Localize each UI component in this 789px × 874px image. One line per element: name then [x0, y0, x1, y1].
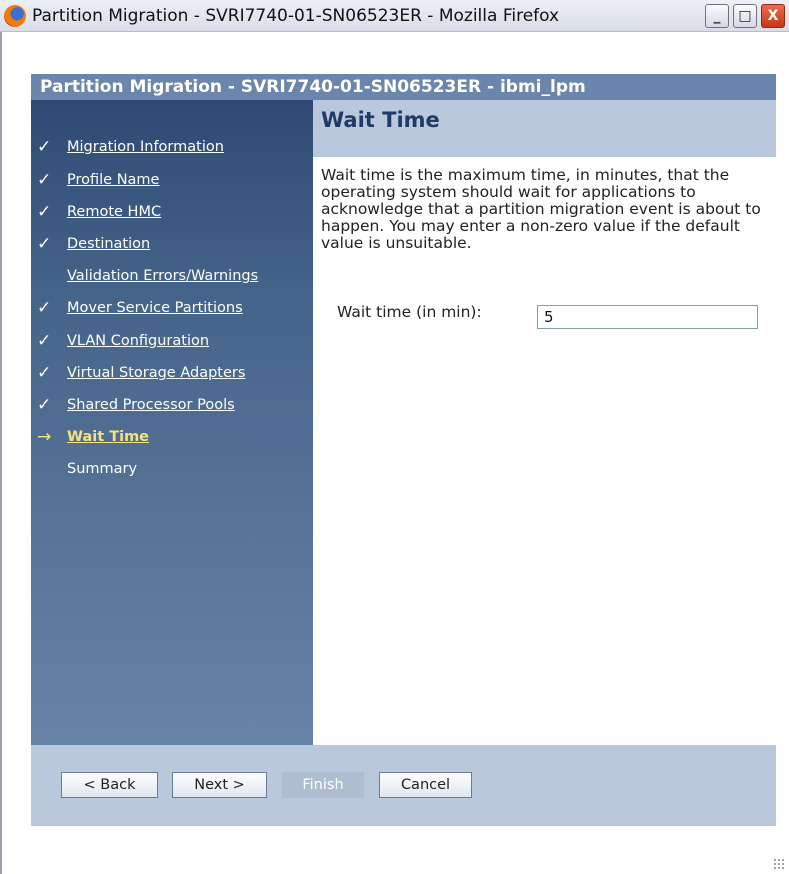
- checkmark-icon: ✓: [37, 137, 52, 157]
- checkmark-icon: ✓: [37, 298, 52, 318]
- nav-item-wait-time[interactable]: → Wait Time: [31, 427, 313, 449]
- checkmark-icon: ✓: [37, 202, 52, 222]
- panel-header: Partition Migration - SVRI7740-01-SN0652…: [31, 74, 776, 100]
- maximize-button[interactable]: □: [733, 4, 757, 28]
- wait-time-label: Wait time (in min):: [337, 303, 482, 321]
- page-title: Wait Time: [313, 100, 776, 157]
- arrow-right-icon: →: [37, 427, 52, 447]
- next-button[interactable]: Next >: [172, 772, 267, 798]
- wizard-content: Wait Time Wait time is the maximum time,…: [313, 100, 776, 745]
- checkmark-icon: ✓: [37, 234, 52, 254]
- nav-item-profile-name[interactable]: ✓ Profile Name: [31, 170, 313, 192]
- wait-time-input[interactable]: [537, 305, 758, 329]
- nav-item-label[interactable]: Mover Service Partitions: [67, 300, 243, 316]
- nav-item-mover-service-partitions[interactable]: ✓ Mover Service Partitions: [31, 298, 313, 320]
- window-title-bar: Partition Migration - SVRI7740-01-SN0652…: [0, 0, 789, 32]
- close-button[interactable]: X: [761, 4, 785, 28]
- nav-item-remote-hmc[interactable]: ✓ Remote HMC: [31, 202, 313, 224]
- nav-item-label[interactable]: Wait Time: [67, 429, 149, 445]
- resize-grip-icon[interactable]: [773, 858, 785, 870]
- nav-item-label[interactable]: VLAN Configuration: [67, 333, 209, 349]
- nav-item-label[interactable]: Migration Information: [67, 139, 224, 155]
- window-title: Partition Migration - SVRI7740-01-SN0652…: [32, 6, 560, 26]
- wizard-nav: ✓ Migration Information ✓ Profile Name ✓…: [31, 100, 313, 745]
- cancel-button[interactable]: Cancel: [379, 772, 472, 798]
- nav-item-label[interactable]: Profile Name: [67, 172, 159, 188]
- nav-item-summary: Summary: [31, 459, 313, 481]
- checkmark-icon: ✓: [37, 331, 52, 351]
- minimize-button[interactable]: _: [705, 4, 729, 28]
- description-text: Wait time is the maximum time, in minute…: [321, 166, 761, 252]
- nav-item-label: Summary: [67, 461, 138, 477]
- checkmark-icon: ✓: [37, 170, 52, 190]
- nav-item-migration-information[interactable]: ✓ Migration Information: [31, 137, 313, 159]
- nav-item-vlan-configuration[interactable]: ✓ VLAN Configuration: [31, 331, 313, 353]
- nav-item-destination[interactable]: ✓ Destination: [31, 234, 313, 256]
- nav-item-label[interactable]: Destination: [67, 236, 150, 252]
- back-button[interactable]: < Back: [61, 772, 158, 798]
- nav-item-label[interactable]: Virtual Storage Adapters: [67, 365, 245, 381]
- checkmark-icon: ✓: [37, 395, 52, 415]
- nav-item-virtual-storage-adapters[interactable]: ✓ Virtual Storage Adapters: [31, 363, 313, 385]
- wizard-footer: < Back Next > Finish Cancel: [31, 745, 776, 826]
- firefox-icon: [4, 5, 26, 27]
- checkmark-icon: ✓: [37, 363, 52, 383]
- nav-item-label[interactable]: Remote HMC: [67, 204, 161, 220]
- finish-button: Finish: [282, 772, 364, 798]
- nav-item-shared-processor-pools[interactable]: ✓ Shared Processor Pools: [31, 395, 313, 417]
- nav-item-validation-errors-warnings[interactable]: Validation Errors/Warnings: [31, 266, 313, 288]
- nav-item-label[interactable]: Shared Processor Pools: [67, 397, 235, 413]
- nav-item-label[interactable]: Validation Errors/Warnings: [67, 268, 258, 284]
